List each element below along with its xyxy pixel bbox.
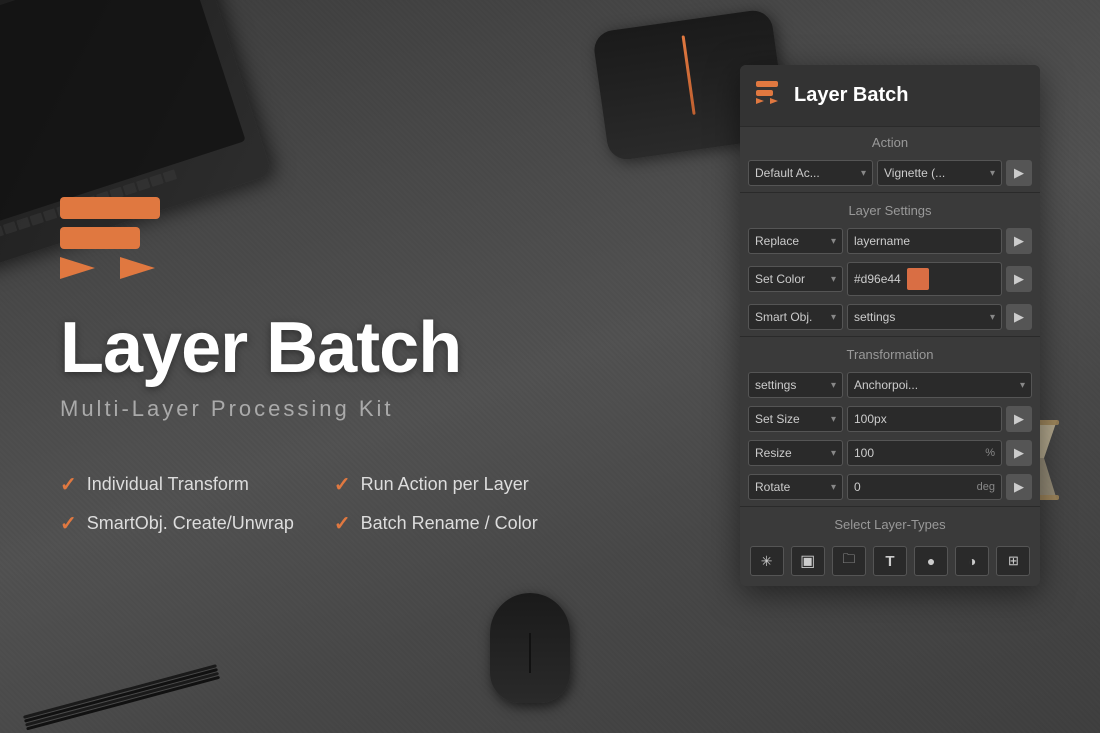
replace-run-button[interactable]: ▶ — [1006, 228, 1032, 254]
chevron-down-icon: ▾ — [861, 168, 866, 179]
check-icon-4: ✓ — [334, 511, 351, 536]
smart-obj-settings-dropdown[interactable]: settings ▾ — [847, 304, 1002, 330]
transform-row-1: settings ▾ Anchorpoi... ▾ — [740, 368, 1040, 402]
chevron-down-icon: ▾ — [1020, 380, 1025, 391]
smart-obj-layers-btn[interactable]: ⊞ — [996, 546, 1030, 576]
text-layers-btn[interactable]: T — [873, 546, 907, 576]
rotate-value: 0 — [854, 480, 861, 494]
smart-obj-dropdown[interactable]: Smart Obj. ▾ — [748, 304, 843, 330]
group-layers-btn[interactable]: ▣ — [791, 546, 825, 576]
chevron-down-icon: ▾ — [990, 168, 995, 179]
left-content-area: Layer Batch Multi-Layer Processing Kit ✓… — [0, 0, 700, 733]
anchorpoint-dropdown[interactable]: Anchorpoi... ▾ — [847, 372, 1032, 398]
feature-item-2: ✓ Run Action per Layer — [334, 472, 568, 497]
feature-label-4: Batch Rename / Color — [361, 513, 538, 534]
chevron-down-icon: ▾ — [831, 312, 836, 323]
resize-dropdown[interactable]: Resize ▾ — [748, 440, 843, 466]
resize-run-button[interactable]: ▶ — [1006, 440, 1032, 466]
panel-title: Layer Batch — [794, 84, 909, 107]
divider-2 — [740, 336, 1040, 337]
features-grid: ✓ Individual Transform ✓ Run Action per … — [60, 472, 568, 536]
layer-settings-section-label: Layer Settings — [740, 195, 1040, 224]
check-icon-3: ✓ — [60, 511, 77, 536]
layername-input[interactable]: layername — [847, 228, 1002, 254]
feature-item-4: ✓ Batch Rename / Color — [334, 511, 568, 536]
action-run-button[interactable]: ▶ — [1006, 160, 1032, 186]
color-input-row[interactable]: #d96e44 — [847, 262, 1002, 296]
set-color-dropdown[interactable]: Set Color ▾ — [748, 266, 843, 292]
rotate-row: Rotate ▾ 0 deg ▶ — [740, 470, 1040, 504]
app-subtitle: Multi-Layer Processing Kit — [60, 396, 394, 422]
folder-btn[interactable]: 🗀 — [832, 546, 866, 576]
rotate-run-button[interactable]: ▶ — [1006, 474, 1032, 500]
feature-label-1: Individual Transform — [87, 474, 249, 495]
set-size-dropdown[interactable]: Set Size ▾ — [748, 406, 843, 432]
replace-row: Replace ▾ layername ▶ — [740, 224, 1040, 258]
action-dropdown1[interactable]: Default Ac... ▾ — [748, 160, 873, 186]
color-hex-value: #d96e44 — [854, 272, 901, 286]
feature-item-1: ✓ Individual Transform — [60, 472, 294, 497]
layer-types-row: ✳ ▣ 🗀 T ● ◑ ⊞ — [740, 538, 1040, 586]
resize-row: Resize ▾ 100 % ▶ — [740, 436, 1040, 470]
app-logo — [60, 197, 180, 292]
smart-obj-row: Smart Obj. ▾ settings ▾ ▶ — [740, 300, 1040, 334]
main-title: Layer Batch — [60, 312, 461, 384]
chevron-down-icon: ▾ — [831, 482, 836, 493]
feature-label-2: Run Action per Layer — [361, 474, 529, 495]
all-layers-btn[interactable]: ✳ — [750, 546, 784, 576]
rotate-dropdown[interactable]: Rotate ▾ — [748, 474, 843, 500]
smart-obj-run-button[interactable]: ▶ — [1006, 304, 1032, 330]
resize-value: 100 — [854, 446, 874, 460]
panel-logo-icon — [756, 79, 784, 112]
chevron-down-icon: ▾ — [831, 414, 836, 425]
set-size-input[interactable]: 100px — [847, 406, 1002, 432]
shape-layers-btn[interactable]: ● — [914, 546, 948, 576]
transform-settings-dropdown[interactable]: settings ▾ — [748, 372, 843, 398]
set-size-run-button[interactable]: ▶ — [1006, 406, 1032, 432]
divider-3 — [740, 506, 1040, 507]
transformation-section-label: Transformation — [740, 339, 1040, 368]
color-swatch — [907, 268, 929, 290]
feature-label-3: SmartObj. Create/Unwrap — [87, 513, 294, 534]
rotate-unit: deg — [977, 481, 995, 493]
check-icon-1: ✓ — [60, 472, 77, 497]
divider-1 — [740, 192, 1040, 193]
resize-input-row[interactable]: 100 % — [847, 440, 1002, 466]
chevron-down-icon: ▾ — [831, 274, 836, 285]
chevron-down-icon: ▾ — [831, 236, 836, 247]
check-icon-2: ✓ — [334, 472, 351, 497]
adjustment-layers-btn[interactable]: ◑ — [955, 546, 989, 576]
chevron-down-icon: ▾ — [990, 312, 995, 323]
action-dropdown2[interactable]: Vignette (... ▾ — [877, 160, 1002, 186]
replace-dropdown[interactable]: Replace ▾ — [748, 228, 843, 254]
set-color-run-button[interactable]: ▶ — [1006, 266, 1032, 292]
rotate-input-row[interactable]: 0 deg — [847, 474, 1002, 500]
action-row: Default Ac... ▾ Vignette (... ▾ ▶ — [740, 156, 1040, 190]
set-color-row: Set Color ▾ #d96e44 ▶ — [740, 258, 1040, 300]
chevron-down-icon: ▾ — [831, 380, 836, 391]
resize-unit: % — [985, 447, 995, 459]
set-size-row: Set Size ▾ 100px ▶ — [740, 402, 1040, 436]
panel-header: Layer Batch — [740, 65, 1040, 127]
select-layer-types-label: Select Layer-Types — [740, 509, 1040, 538]
layer-batch-panel: Layer Batch Action Default Ac... ▾ Vigne… — [740, 65, 1040, 586]
feature-item-3: ✓ SmartObj. Create/Unwrap — [60, 511, 294, 536]
action-section-label: Action — [740, 127, 1040, 156]
chevron-down-icon: ▾ — [831, 448, 836, 459]
